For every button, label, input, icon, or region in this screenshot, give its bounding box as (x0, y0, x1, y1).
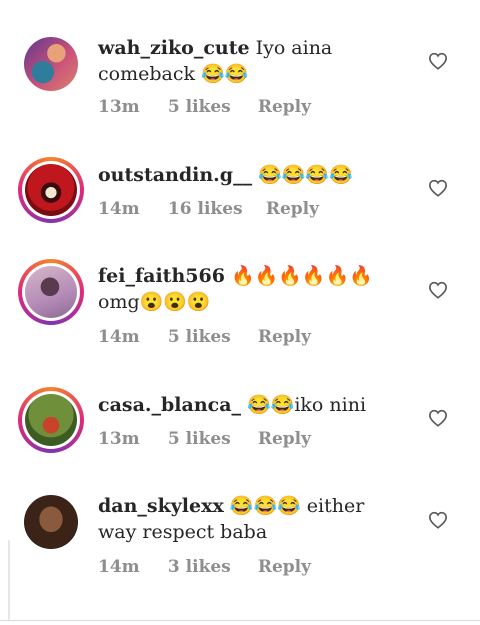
comment-likes[interactable]: 3 likes (168, 557, 252, 577)
heart-icon[interactable] (428, 281, 448, 299)
avatar-ring-gap (22, 391, 80, 449)
comment-meta: 13m 5 likes Reply (98, 429, 311, 449)
avatar-image (25, 266, 77, 318)
comment-username[interactable]: wah_ziko_cute (98, 37, 250, 59)
comment-body: 😂😂iko nini (247, 394, 367, 416)
comment-time: 14m (98, 199, 140, 219)
comment-username[interactable]: outstandin.g__ (98, 164, 252, 186)
comment-time: 13m (98, 429, 140, 449)
avatar-image (25, 394, 77, 446)
comment-text-block: casa._blanca_ 😂😂iko nini (98, 392, 398, 418)
comment-likes[interactable]: 16 likes (168, 199, 260, 219)
comment-likes[interactable]: 5 likes (168, 327, 252, 347)
comment-text-block: dan_skylexx 😂😂😂 either way respect baba (98, 493, 398, 545)
comment-body: 😂😂😂😂 (258, 164, 353, 186)
comment-username[interactable]: casa._blanca_ (98, 394, 241, 416)
comment-time: 13m (98, 97, 140, 117)
heart-icon[interactable] (428, 179, 448, 197)
avatar-ring-gap (22, 263, 80, 321)
comment-meta: 14m 3 likes Reply (98, 557, 311, 577)
reply-button[interactable]: Reply (258, 429, 311, 449)
comment-text-block: outstandin.g__ 😂😂😂😂 (98, 162, 398, 188)
avatar-image (24, 37, 78, 91)
avatar-image (25, 164, 77, 216)
avatar[interactable] (18, 157, 84, 223)
comment-time: 14m (98, 327, 140, 347)
comment-username[interactable]: fei_faith566 (98, 265, 225, 287)
divider (0, 620, 480, 621)
heart-icon[interactable] (428, 511, 448, 529)
comment-time: 14m (98, 557, 140, 577)
avatar[interactable] (18, 489, 84, 555)
comment-meta: 13m 5 likes Reply (98, 97, 311, 117)
heart-icon[interactable] (428, 409, 448, 427)
comment-meta: 14m 5 likes Reply (98, 327, 311, 347)
heart-icon[interactable] (428, 52, 448, 70)
comment-text-block: wah_ziko_cute Iyo aina comeback 😂😂 (98, 35, 398, 87)
comment-meta: 14m 16 likes Reply (98, 199, 319, 219)
reply-button[interactable]: Reply (258, 327, 311, 347)
comment-likes[interactable]: 5 likes (168, 429, 252, 449)
comment-username[interactable]: dan_skylexx (98, 495, 224, 517)
avatar-ring-gap (22, 161, 80, 219)
comment-text-block: fei_faith566 🔥🔥🔥🔥🔥🔥 omg😮😮😮 (98, 263, 398, 315)
scroll-indicator (8, 540, 10, 620)
reply-button[interactable]: Reply (258, 97, 311, 117)
avatar[interactable] (18, 259, 84, 325)
avatar[interactable] (18, 31, 84, 97)
reply-button[interactable]: Reply (258, 557, 311, 577)
comment-likes[interactable]: 5 likes (168, 97, 252, 117)
avatar-image (24, 495, 78, 549)
reply-button[interactable]: Reply (266, 199, 319, 219)
avatar[interactable] (18, 387, 84, 453)
